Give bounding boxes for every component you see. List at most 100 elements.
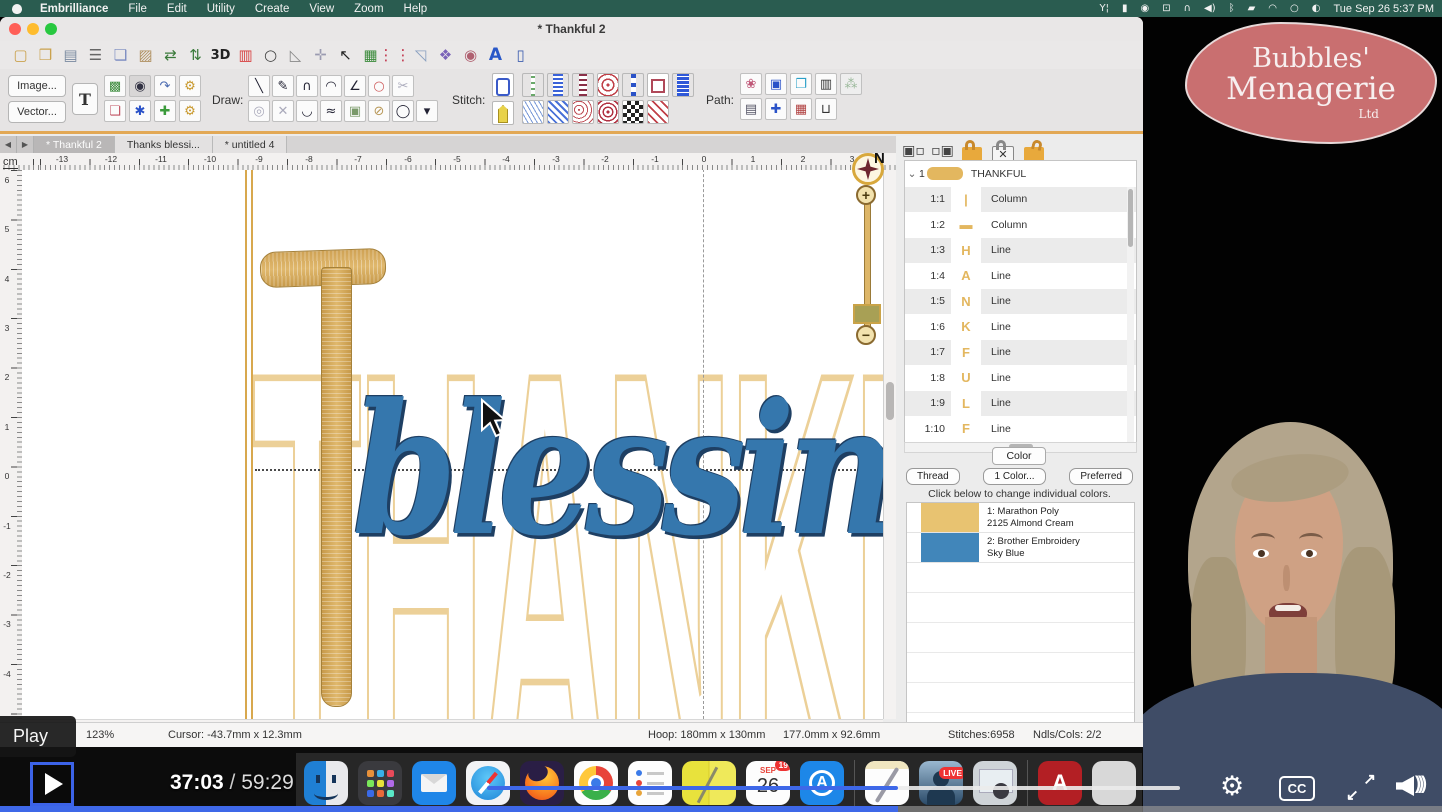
live-dock-icon[interactable]: LIVE: [919, 761, 963, 805]
app-store-dock-icon[interactable]: A: [800, 761, 844, 805]
thread-color-row[interactable]: 2: Brother EmbroiderySky Blue: [907, 533, 1134, 563]
new-file-icon[interactable]: ▢: [8, 44, 33, 67]
open-icon[interactable]: ❒: [33, 44, 58, 67]
object-row[interactable]: 1:9LLine: [905, 391, 1136, 417]
zoom-slider-handle[interactable]: [853, 304, 881, 324]
yubikey-icon[interactable]: Y¦: [1100, 3, 1109, 14]
object-row[interactable]: 1:3HLine: [905, 238, 1136, 264]
wifi-icon[interactable]: ◠: [1268, 3, 1277, 14]
gears-icon[interactable]: ⚙: [179, 100, 201, 122]
volume-icon[interactable]: ))): [1396, 772, 1432, 800]
stitch-fill-icon[interactable]: [672, 73, 694, 97]
bluetooth-icon[interactable]: ᛒ: [1229, 3, 1235, 14]
object-row[interactable]: 1:6KLine: [905, 314, 1136, 340]
photo-booth-dock-icon[interactable]: [973, 761, 1017, 805]
stitch-hatch-icon[interactable]: [647, 100, 669, 124]
cut-path-icon[interactable]: ✂: [392, 75, 414, 97]
stitch-blanket-icon[interactable]: [572, 73, 594, 97]
magic-wand-icon[interactable]: ○: [368, 75, 390, 97]
tab-scroll-left-icon[interactable]: ◀: [0, 136, 17, 153]
display-icon[interactable]: ⊡: [1162, 3, 1170, 14]
stitch-running-icon[interactable]: [522, 73, 544, 97]
menu-clock[interactable]: Tue Sep 26 5:37 PM: [1334, 3, 1435, 15]
seek-bar-remaining[interactable]: [898, 786, 1180, 790]
tab-thanks-blessings[interactable]: Thanks blessi...: [115, 136, 213, 153]
stack-icon[interactable]: ▦: [790, 98, 812, 120]
zoom-in-button[interactable]: +: [856, 185, 876, 205]
circle-tool-icon[interactable]: ◯: [392, 100, 414, 122]
flatten-icon[interactable]: ▤: [740, 98, 762, 120]
object-list-scrollbar[interactable]: [1127, 187, 1134, 443]
text-tool-button[interactable]: T: [72, 83, 98, 115]
object-row[interactable]: 1:4ALine: [905, 263, 1136, 289]
slant-fill-icon[interactable]: ⊘: [368, 100, 390, 122]
stitch-simulator-icon[interactable]: ✛: [308, 44, 333, 67]
overlap-shapes-icon[interactable]: ❏: [104, 100, 126, 122]
seek-bar-played[interactable]: [487, 786, 898, 790]
tab-scroll-right-icon[interactable]: ▶: [17, 136, 34, 153]
menu-edit[interactable]: Edit: [167, 3, 187, 15]
menu-file[interactable]: File: [128, 3, 147, 15]
progress-bar-remaining[interactable]: [898, 806, 1442, 812]
spotlight-icon[interactable]: ○: [1290, 3, 1299, 14]
object-group-row[interactable]: ⌄ 1 THANKFUL: [905, 161, 1136, 187]
eraser-icon[interactable]: ◺: [283, 44, 308, 67]
fabric-icon[interactable]: ▥: [815, 73, 837, 95]
timer-gears-icon[interactable]: ⚙: [179, 75, 201, 97]
stitch-dots-icon[interactable]: [622, 73, 644, 97]
stitch-checker-icon[interactable]: [622, 100, 644, 124]
vector-button[interactable]: Vector...: [8, 101, 66, 123]
design-canvas[interactable]: THANKFUL blessing: [22, 170, 883, 719]
menu-view[interactable]: View: [309, 3, 334, 15]
color-tab[interactable]: Color: [992, 447, 1046, 465]
picture-icon[interactable]: ▩: [104, 75, 126, 97]
volume-icon[interactable]: ◀): [1204, 3, 1216, 14]
object-row[interactable]: 1:7FLine: [905, 340, 1136, 366]
hidden-app-dock-icon[interactable]: [1092, 761, 1136, 805]
tab-untitled-4[interactable]: * untitled 4: [213, 136, 288, 153]
object-row[interactable]: 1:8ULine: [905, 365, 1136, 391]
stitch-motif-icon[interactable]: [597, 73, 619, 97]
view-3d-icon[interactable]: 3D: [208, 44, 233, 67]
object-row[interactable]: 1:1|Column: [905, 187, 1136, 213]
ruler-unit-label[interactable]: cm: [3, 156, 18, 169]
line-tool-icon[interactable]: ╲: [248, 75, 270, 97]
object-row[interactable]: 1:2▬Column: [905, 212, 1136, 238]
tab-thankful-2[interactable]: * Thankful 2: [34, 136, 115, 153]
flip-horizontal-icon[interactable]: ⇄: [158, 44, 183, 67]
thread-color-row[interactable]: 1: Marathon Poly2125 Almond Cream: [907, 503, 1134, 533]
zoom-out-button[interactable]: −: [856, 325, 876, 345]
firefox-dock-icon[interactable]: [520, 761, 564, 805]
design-library-icon[interactable]: ❖: [433, 44, 458, 67]
menu-utility[interactable]: Utility: [207, 3, 235, 15]
stitch-meander-icon[interactable]: [572, 100, 594, 124]
expand-arrows-icon[interactable]: ✚: [154, 100, 176, 122]
stitch-column-icon[interactable]: [492, 101, 514, 125]
stitch-stipple-icon[interactable]: [522, 100, 544, 124]
color-bars-icon[interactable]: ▥: [233, 44, 258, 67]
canvas-vertical-scrollbar[interactable]: [883, 170, 896, 719]
duplicate-icon[interactable]: ❐: [790, 73, 812, 95]
reminders-dock-icon[interactable]: [628, 761, 672, 805]
stitched-t-stem[interactable]: [321, 267, 352, 707]
pointer-icon[interactable]: ↖: [333, 44, 358, 67]
play-button[interactable]: [30, 762, 74, 806]
acrobat-dock-icon[interactable]: A: [1038, 761, 1082, 805]
safari-dock-icon[interactable]: [466, 761, 510, 805]
calendar-dock-icon[interactable]: SEP 26 19: [746, 761, 790, 805]
settings-gear-icon[interactable]: ⚙: [1220, 771, 1244, 802]
menu-app[interactable]: Embrilliance: [40, 3, 108, 15]
headphones-icon[interactable]: ∩: [1184, 3, 1191, 14]
ungroup-icon[interactable]: ▫▣: [933, 142, 952, 161]
box-outline-icon[interactable]: ▣: [765, 73, 787, 95]
test-tube-icon[interactable]: ▮: [1122, 3, 1128, 14]
merge-icon[interactable]: ◉: [458, 44, 483, 67]
stitch-applique-icon[interactable]: [647, 73, 669, 97]
arc-tool-icon[interactable]: ◠: [320, 75, 342, 97]
thread-button[interactable]: Thread: [906, 468, 960, 485]
fullscreen-icon[interactable]: ↗↙: [1346, 772, 1376, 802]
preferred-button[interactable]: Preferred: [1069, 468, 1133, 485]
mail-dock-icon[interactable]: [412, 761, 456, 805]
delete-node-icon[interactable]: ✕: [272, 100, 294, 122]
sequence-icon[interactable]: ❀: [740, 73, 762, 95]
